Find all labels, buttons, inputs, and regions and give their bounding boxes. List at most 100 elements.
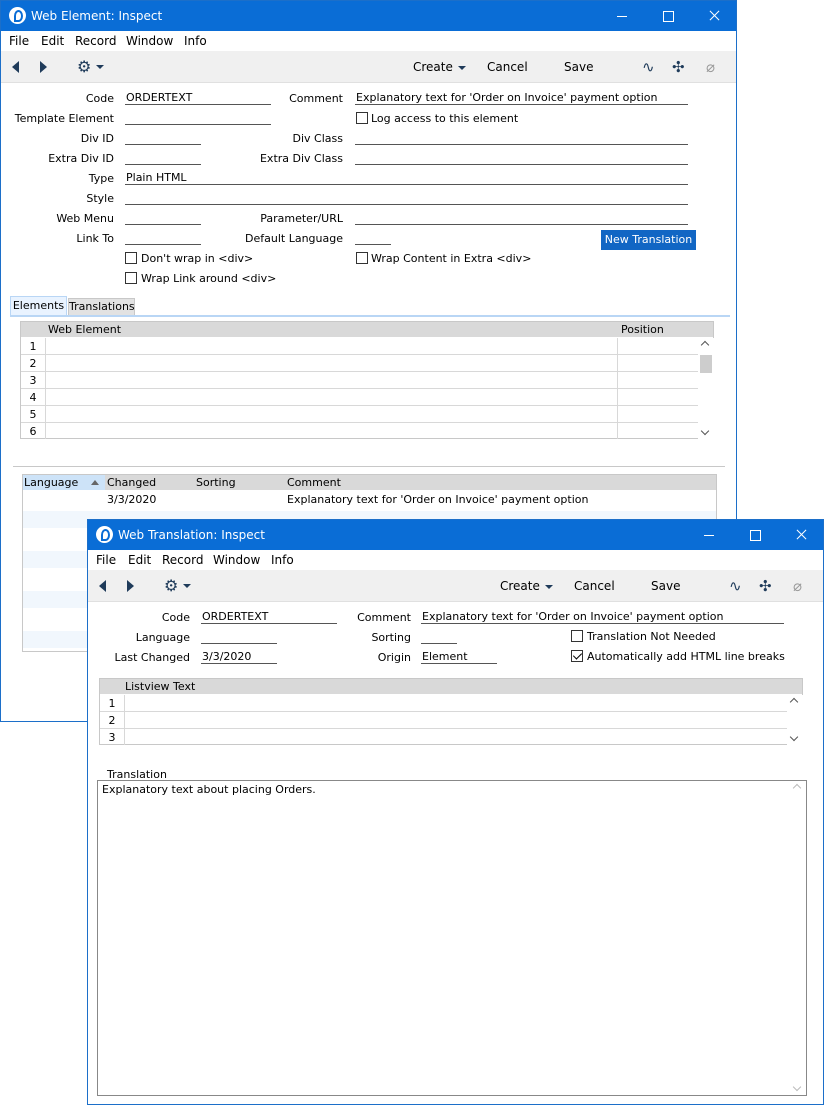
menu-info[interactable]: Info (184, 34, 207, 48)
origin-field[interactable]: Element (421, 650, 497, 664)
auto-html-line-breaks-label: Automatically add HTML line breaks (587, 650, 785, 663)
close-icon[interactable] (691, 1, 737, 31)
menu-file[interactable]: File (9, 34, 29, 48)
table-row[interactable]: 2 (21, 355, 699, 372)
div-class-field[interactable] (355, 131, 688, 145)
maximize-icon[interactable] (732, 520, 778, 550)
gear-icon[interactable]: ⚙ (77, 59, 93, 75)
previous-record-icon[interactable] (99, 580, 106, 592)
create-button[interactable]: Create (500, 579, 553, 593)
template-element-field[interactable] (125, 111, 271, 125)
div-id-field[interactable] (125, 131, 201, 145)
comment-field[interactable]: Explanatory text for 'Order on Invoice' … (421, 610, 784, 624)
chevron-down-icon[interactable] (96, 65, 104, 69)
menu-record[interactable]: Record (162, 553, 203, 567)
link-to-label: Link To (76, 232, 114, 245)
scroll-down-icon[interactable] (789, 732, 799, 742)
dont-wrap-checkbox[interactable] (125, 252, 137, 264)
list-item[interactable]: 3/3/2020 Explanatory text for 'Order on … (23, 491, 716, 508)
table-row[interactable]: 6 (21, 423, 699, 440)
tab-underline (10, 315, 730, 317)
wrap-content-checkbox[interactable] (356, 252, 368, 264)
menu-info[interactable]: Info (271, 553, 294, 567)
col-changed[interactable]: Changed (107, 476, 156, 489)
menu-edit[interactable]: Edit (41, 34, 64, 48)
type-field[interactable]: Plain HTML (125, 171, 688, 185)
previous-record-icon[interactable] (12, 61, 19, 73)
expand-icon[interactable]: ✣ (672, 59, 685, 75)
col-comment[interactable]: Comment (287, 476, 341, 489)
paperclip-icon[interactable]: ⌀ (793, 578, 802, 594)
menu-bar: File Edit Record Window Info (1, 31, 736, 51)
menu-file[interactable]: File (96, 553, 116, 567)
menu-edit[interactable]: Edit (128, 553, 151, 567)
parameter-url-label: Parameter/URL (260, 212, 343, 225)
activity-icon[interactable]: ∿ (729, 578, 742, 594)
tab-translations[interactable]: Translations (68, 298, 135, 315)
menu-record[interactable]: Record (75, 34, 116, 48)
sorting-field[interactable] (421, 630, 457, 644)
scroll-up-icon[interactable] (792, 783, 802, 793)
web-menu-field[interactable] (125, 211, 201, 225)
parameter-url-field[interactable] (355, 211, 688, 225)
table-row[interactable]: 2 (100, 712, 788, 729)
grid-divider (617, 338, 618, 439)
translation-textarea[interactable]: Explanatory text about placing Orders. (97, 780, 807, 1096)
code-field[interactable]: ORDERTEXT (201, 610, 337, 624)
next-record-icon[interactable] (127, 580, 134, 592)
scroll-down-icon[interactable] (700, 426, 710, 436)
link-to-field[interactable] (125, 231, 201, 245)
cancel-button[interactable]: Cancel (574, 579, 615, 593)
code-label: Code (85, 92, 114, 105)
expand-icon[interactable]: ✣ (759, 578, 772, 594)
style-field[interactable] (125, 191, 688, 205)
scroll-thumb[interactable] (700, 355, 712, 373)
table-row[interactable]: 1 (21, 338, 699, 355)
save-button[interactable]: Save (564, 60, 593, 74)
maximize-icon[interactable] (645, 1, 691, 31)
cancel-button[interactable]: Cancel (487, 60, 528, 74)
next-record-icon[interactable] (40, 61, 47, 73)
menu-window[interactable]: Window (126, 34, 173, 48)
wrap-link-checkbox[interactable] (125, 272, 137, 284)
grid-scrollbar[interactable] (787, 695, 803, 745)
save-button[interactable]: Save (651, 579, 680, 593)
log-access-checkbox[interactable] (356, 112, 368, 124)
scroll-up-icon[interactable] (789, 697, 799, 707)
scroll-up-icon[interactable] (700, 340, 710, 350)
minimize-icon[interactable] (686, 520, 732, 550)
col-sorting[interactable]: Sorting (196, 476, 236, 489)
extra-div-class-field[interactable] (355, 151, 688, 165)
last-changed-field[interactable]: 3/3/2020 (201, 650, 277, 664)
gear-icon[interactable]: ⚙ (164, 578, 180, 594)
table-row[interactable]: 3 (100, 729, 788, 746)
chevron-down-icon[interactable] (183, 584, 191, 588)
extra-div-id-field[interactable] (125, 151, 201, 165)
table-row[interactable]: 3 (21, 372, 699, 389)
code-field[interactable]: ORDERTEXT (125, 91, 271, 105)
activity-icon[interactable]: ∿ (642, 59, 655, 75)
div-class-label: Div Class (292, 132, 343, 145)
textarea-scrollbar[interactable] (790, 781, 806, 1095)
comment-field[interactable]: Explanatory text for 'Order on Invoice' … (355, 91, 688, 105)
create-button[interactable]: Create (413, 60, 466, 74)
table-row[interactable]: 4 (21, 389, 699, 406)
table-row[interactable]: 1 (100, 695, 788, 712)
sorting-label: Sorting (371, 631, 411, 644)
title-bar[interactable]: Web Element: Inspect (1, 1, 736, 31)
title-bar[interactable]: Web Translation: Inspect (88, 520, 823, 550)
grid-scrollbar[interactable] (698, 338, 714, 439)
grid-divider (124, 695, 125, 745)
scroll-down-icon[interactable] (792, 1082, 802, 1092)
language-field[interactable] (201, 630, 277, 644)
menu-window[interactable]: Window (213, 553, 260, 567)
new-translation-button[interactable]: New Translation (601, 230, 696, 250)
table-row[interactable]: 5 (21, 406, 699, 423)
auto-html-line-breaks-checkbox[interactable] (571, 650, 583, 662)
paperclip-icon[interactable]: ⌀ (706, 59, 715, 75)
default-language-field[interactable] (355, 231, 391, 245)
translation-not-needed-checkbox[interactable] (571, 630, 583, 642)
minimize-icon[interactable] (599, 1, 645, 31)
tab-elements[interactable]: Elements (10, 296, 67, 315)
close-icon[interactable] (778, 520, 824, 550)
